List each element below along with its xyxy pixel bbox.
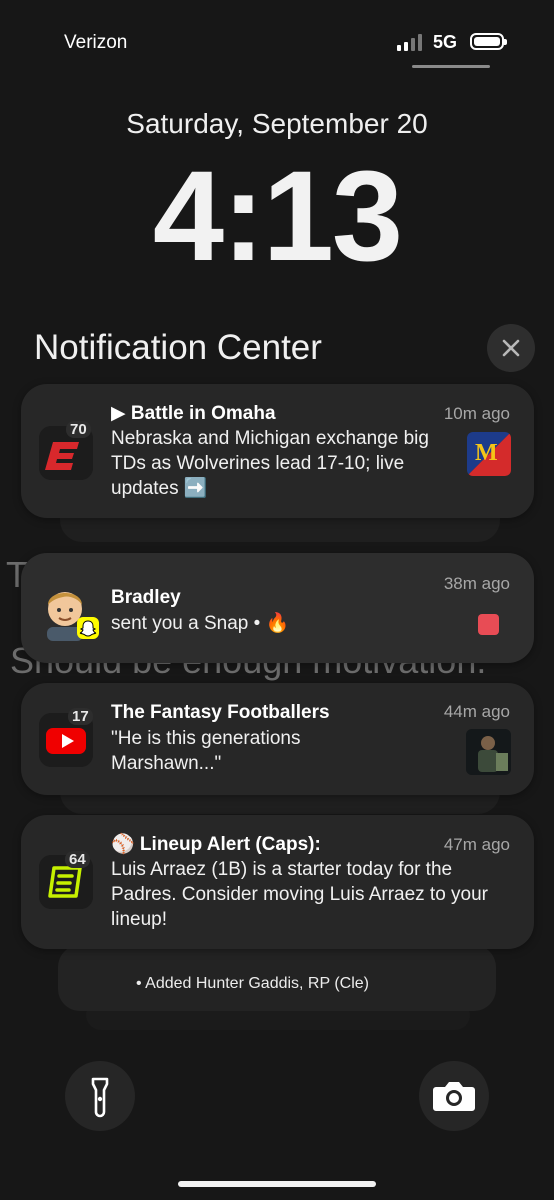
battery-icon [470, 33, 507, 50]
lock-date: Saturday, September 20 [126, 108, 428, 139]
snapchat-app-icon [77, 617, 99, 639]
notification-count-badge: 70 [66, 421, 91, 438]
camera-button[interactable] [419, 1061, 489, 1131]
notification-body: sent you a Snap • 🔥 [111, 613, 290, 634]
svg-text:M: M [475, 440, 498, 466]
notification-espn-fantasy[interactable]: 64 ⚾ Lineup Alert (Caps): 47m ago Luis A… [21, 815, 534, 949]
notification-time: 38m ago [443, 574, 510, 593]
notification-time: 44m ago [443, 702, 510, 721]
video-thumbnail [466, 729, 511, 775]
notification-title: ▶ Battle in Omaha [111, 403, 276, 424]
carrier-label: Verizon [64, 32, 128, 53]
stacked-notification-preview[interactable]: • Added Hunter Gaddis, RP (Cle) [58, 945, 496, 1011]
notification-youtube[interactable]: 17 The Fantasy Footballers 44m ago "He i… [21, 683, 534, 795]
network-label: 5G [433, 32, 458, 52]
notification-snapchat[interactable]: Bradley 38m ago sent you a Snap • 🔥 [21, 553, 534, 663]
notification-title: The Fantasy Footballers [111, 702, 330, 723]
notification-time: 47m ago [443, 835, 510, 854]
notification-body: Luis Arraez (1B) is a starter today for … [111, 859, 489, 930]
notification-count-badge: 17 [68, 708, 93, 725]
home-indicator[interactable] [178, 1181, 376, 1187]
clear-notifications-button[interactable] [487, 324, 535, 372]
michigan-nebraska-thumbnail: M [467, 432, 511, 476]
snap-unopened-icon [478, 614, 499, 635]
close-icon [502, 339, 520, 357]
notification-center-title: Notification Center [34, 328, 322, 367]
flashlight-button[interactable] [65, 1061, 135, 1131]
notification-espn[interactable]: 70 ▶ Battle in Omaha 10m ago Nebraska an… [21, 384, 534, 518]
notification-count-badge: 64 [65, 851, 90, 868]
notification-title: ⚾ Lineup Alert (Caps): [111, 834, 321, 855]
flashlight-icon [91, 1077, 109, 1118]
signal-icon [397, 33, 427, 51]
camera-icon [433, 1082, 475, 1111]
notification-body: Nebraska and Michigan exchange big TDs a… [111, 428, 429, 499]
lock-time: 4:13 [152, 145, 403, 288]
stacked-preview-text: • Added Hunter Gaddis, RP (Cle) [136, 975, 369, 992]
notification-title: Bradley [111, 587, 181, 608]
notification-body: "He is this generations Marshawn..." [111, 728, 301, 774]
notification-time: 10m ago [443, 404, 510, 423]
control-center-indicator[interactable] [412, 65, 490, 68]
